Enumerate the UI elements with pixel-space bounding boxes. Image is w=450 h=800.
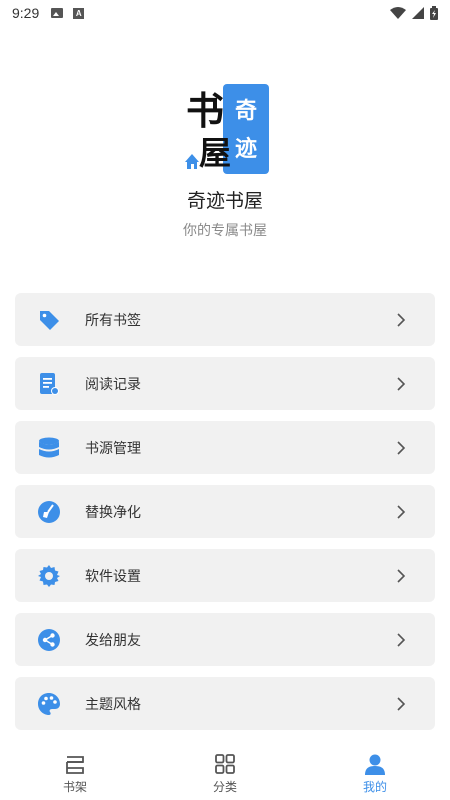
menu-item-bookmarks[interactable]: 所有书签 [15, 293, 435, 346]
chevron-right-icon [397, 569, 406, 583]
menu-item-reading-history[interactable]: 阅读记录 [15, 357, 435, 410]
palette-icon [38, 693, 60, 715]
logo-text-primary-1: 书 [186, 88, 224, 133]
menu-item-label: 主题风格 [85, 696, 141, 713]
grid-icon [215, 754, 235, 774]
reading-history-icon [40, 373, 59, 395]
battery-icon [430, 6, 438, 20]
chevron-right-icon [397, 633, 406, 647]
nav-label: 分类 [212, 780, 237, 794]
logo-text-primary-2: 屋 [199, 134, 231, 172]
menu-item-label: 软件设置 [85, 568, 141, 585]
nav-item-bookshelf[interactable]: 书架 [0, 744, 150, 800]
database-icon [39, 437, 59, 458]
tag-icon [40, 311, 59, 330]
menu-item-label: 书源管理 [85, 440, 141, 457]
app-name: 奇迹书屋 [186, 190, 263, 212]
nav-label: 我的 [362, 780, 387, 794]
chevron-right-icon [397, 377, 406, 391]
menu-item-theme[interactable]: 主题风格 [15, 677, 435, 730]
menu-item-share[interactable]: 发给朋友 [15, 613, 435, 666]
a-icon: A [73, 7, 85, 19]
clean-brush-icon [38, 501, 60, 523]
nav-label: 书架 [62, 780, 87, 794]
bottom-nav: 书架 分类 我的 [0, 744, 450, 800]
logo-text-secondary-2: 迹 [235, 136, 257, 162]
status-time: 9:29 [12, 5, 40, 21]
menu-item-book-sources[interactable]: 书源管理 [15, 421, 435, 474]
chevron-right-icon [397, 441, 406, 455]
wifi-icon [390, 7, 406, 19]
menu-item-settings[interactable]: 软件设置 [15, 549, 435, 602]
logo-text-secondary-1: 奇 [235, 98, 257, 124]
user-icon [365, 754, 385, 775]
menu-item-replace-clean[interactable]: 替换净化 [15, 485, 435, 538]
nav-item-mine[interactable]: 我的 [300, 744, 450, 800]
menu-item-label: 阅读记录 [85, 376, 141, 393]
app-logo: 奇 迹 书 屋 [185, 84, 269, 176]
bookshelf-icon [66, 756, 84, 774]
menu-item-label: 发给朋友 [85, 632, 141, 649]
share-icon [38, 629, 60, 651]
chevron-right-icon [397, 697, 406, 711]
chevron-right-icon [397, 313, 406, 327]
menu-list: 所有书签 阅读记录 书源管理 替换净化 软件设置 发给朋友 主题风格 [15, 293, 435, 741]
app-slogan: 你的专属书屋 [183, 223, 267, 239]
image-icon [51, 8, 64, 18]
nav-item-category[interactable]: 分类 [150, 744, 300, 800]
signal-icon [412, 7, 424, 19]
chevron-right-icon [397, 505, 406, 519]
menu-item-label: 所有书签 [85, 312, 141, 329]
menu-item-label: 替换净化 [85, 504, 141, 521]
status-bar: 9:29 A [0, 0, 450, 26]
gear-icon [38, 565, 60, 587]
